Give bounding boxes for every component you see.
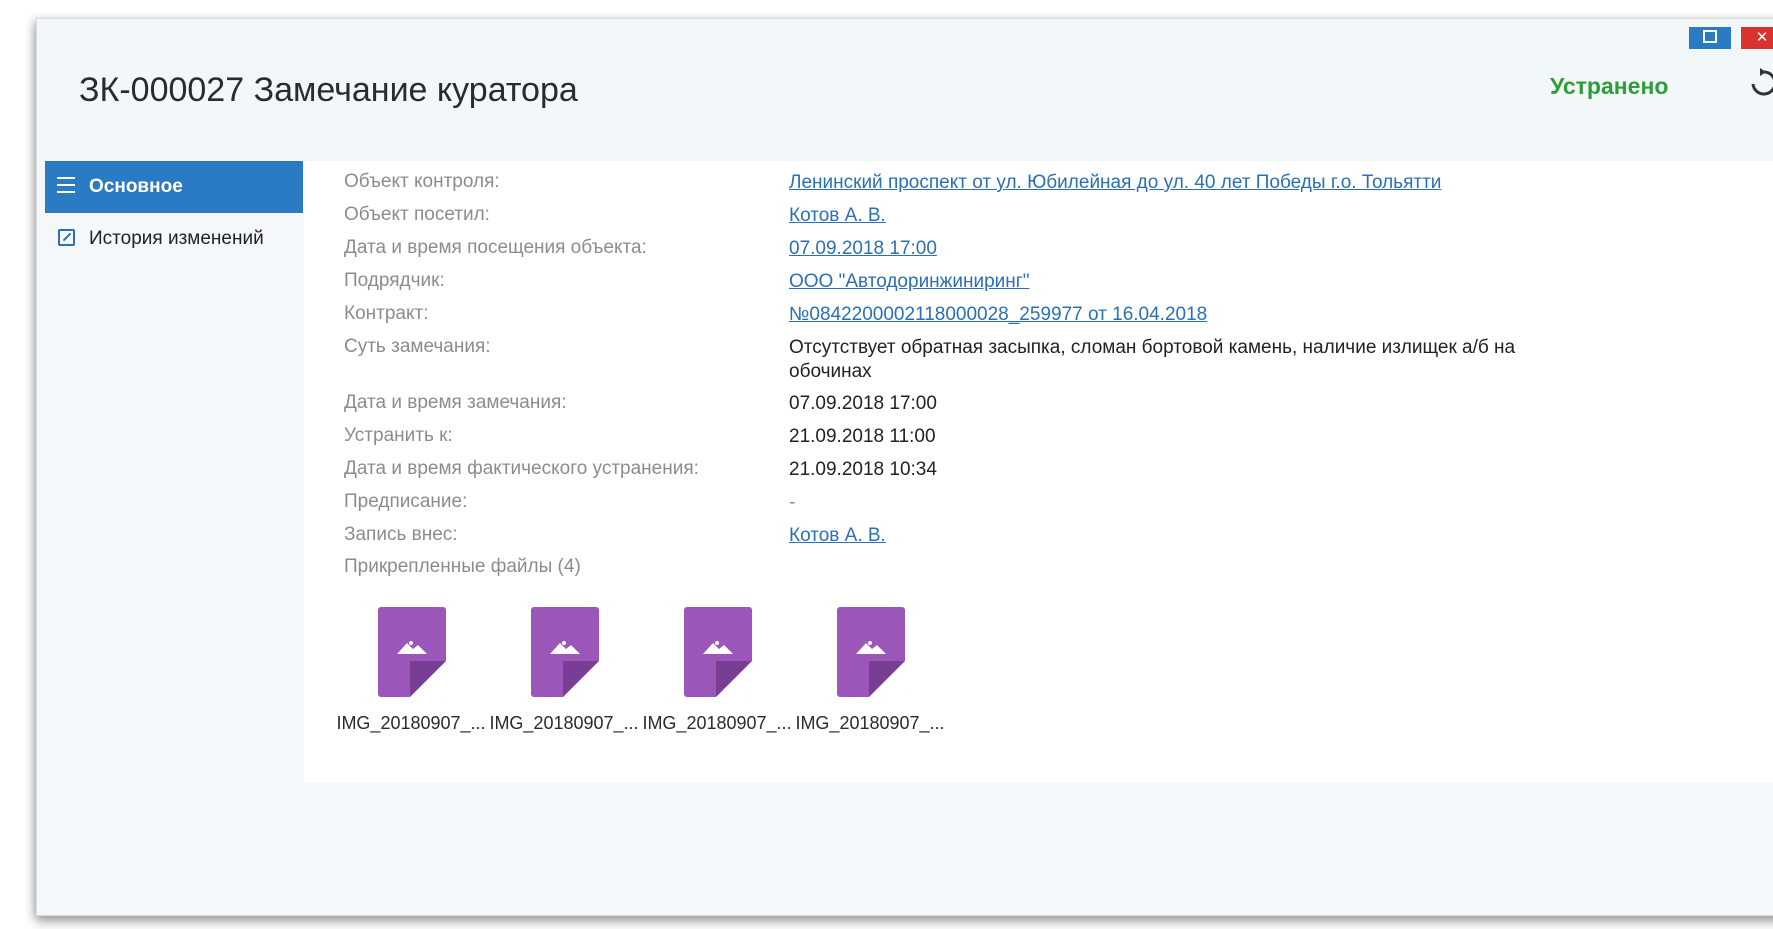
refresh-icon[interactable] (1749, 67, 1773, 101)
sidebar-item-main[interactable]: Основное (45, 161, 303, 213)
contractor-link[interactable]: ООО "Автодоринжиниринг" (789, 270, 1029, 294)
actual-fix-value: 21.09.2018 10:34 (789, 459, 937, 480)
sidebar-item-label: Основное (89, 176, 183, 197)
entered-by-label: Запись внес: (344, 524, 458, 545)
fix-by-value: 21.09.2018 11:00 (789, 426, 936, 447)
prescription-label: Предписание: (344, 491, 468, 512)
maximize-icon (1703, 30, 1717, 44)
sidebar-item-label: История изменений (89, 228, 264, 249)
menu-icon (55, 161, 77, 213)
fix-by-label: Устранить к: (344, 425, 453, 446)
visit-datetime-link[interactable]: 07.09.2018 17:00 (789, 237, 937, 261)
prescription-value: - (789, 492, 796, 513)
close-icon: ✕ (1755, 29, 1769, 46)
object-link[interactable]: Ленинский проспект от ул. Юбилейная до у… (789, 171, 1441, 195)
image-file-icon (837, 607, 905, 697)
attachment-name: IMG_20180907_... (642, 713, 792, 733)
status-badge: Устранено (1550, 73, 1669, 99)
visited-by-label: Объект посетил: (344, 204, 490, 225)
window-header: ЗК-000027 Замечание куратора Устранено ✕ (37, 19, 1773, 161)
footer-bar (45, 783, 1773, 915)
details-panel: Объект контроля: Ленинский проспект от у… (304, 161, 1773, 783)
attachment-item[interactable]: IMG_20180907_... (336, 607, 486, 737)
attachment-item[interactable]: IMG_20180907_... (642, 607, 792, 737)
contract-link[interactable]: №0842200002118000028_259977 от 16.04.201… (789, 303, 1207, 327)
attachment-item[interactable]: IMG_20180907_... (489, 607, 639, 737)
essence-label: Суть замечания: (344, 336, 491, 357)
attachment-item[interactable]: IMG_20180907_... (795, 607, 945, 737)
actual-fix-label: Дата и время фактического устранения: (344, 458, 699, 479)
visit-datetime-label: Дата и время посещения объекта: (344, 237, 647, 258)
sidebar: Основное История изменений (45, 161, 303, 783)
attachment-name: IMG_20180907_... (489, 713, 639, 733)
page: ЗК-000027 Замечание куратора Устранено ✕… (0, 0, 1773, 929)
maximize-button[interactable] (1689, 27, 1731, 49)
attachments-label: Прикрепленные файлы (4) (344, 556, 581, 577)
object-label: Объект контроля: (344, 171, 500, 192)
image-file-icon (684, 607, 752, 697)
attachment-name: IMG_20180907_... (336, 713, 486, 733)
essence-value: Отсутствует обратная засыпка, сломан бор… (789, 337, 1516, 382)
sidebar-item-history[interactable]: История изменений (45, 213, 303, 265)
page-title: ЗК-000027 Замечание куратора (79, 71, 578, 109)
entered-by-link[interactable]: Котов А. В. (789, 524, 886, 548)
attachment-name: IMG_20180907_... (795, 713, 945, 733)
remark-datetime-value: 07.09.2018 17:00 (789, 393, 937, 414)
visited-by-link[interactable]: Котов А. В. (789, 204, 886, 228)
image-file-icon (378, 607, 446, 697)
edit-icon (55, 213, 77, 265)
contractor-label: Подрядчик: (344, 270, 445, 291)
image-file-icon (531, 607, 599, 697)
close-button[interactable]: ✕ (1741, 27, 1773, 49)
contract-label: Контракт: (344, 303, 429, 324)
remark-datetime-label: Дата и время замечания: (344, 392, 567, 413)
remark-window: ЗК-000027 Замечание куратора Устранено ✕… (36, 18, 1773, 916)
